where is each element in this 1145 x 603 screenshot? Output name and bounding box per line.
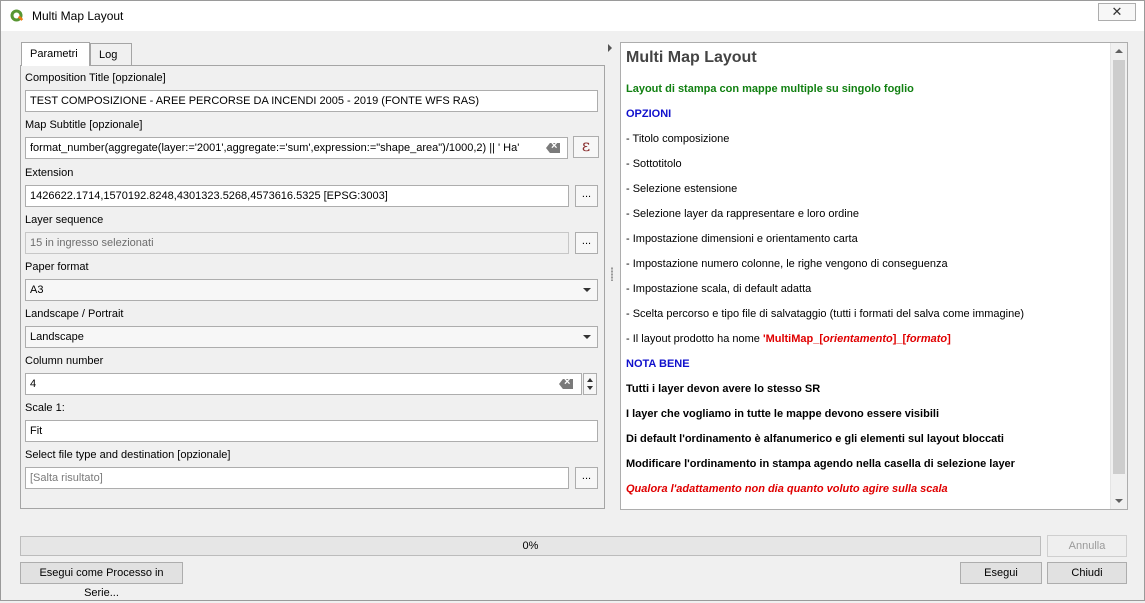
chevron-down-icon xyxy=(583,288,591,292)
batch-process-button[interactable]: Esegui come Processo in Serie... xyxy=(20,562,183,599)
composition-title-input[interactable]: TEST COMPOSIZIONE - AREE PERCORSE DA INC… xyxy=(25,90,598,112)
qgis-logo-icon xyxy=(10,9,24,22)
cancel-button[interactable]: Annulla xyxy=(1047,535,1127,557)
layout-name-c: ]_[ xyxy=(892,333,907,345)
option-item: - Selezione layer da rappresentare e lor… xyxy=(626,208,859,220)
window-title: Multi Map Layout xyxy=(32,9,124,23)
scale-label: Scale 1: xyxy=(25,402,65,414)
help-title: Multi Map Layout xyxy=(626,49,757,66)
extension-input[interactable]: 1426622.1714,1570192.8248,4301323.5268,4… xyxy=(25,185,569,207)
chevron-down-icon[interactable] xyxy=(587,386,593,390)
warning-note: Qualora l'adattamento non dia quanto vol… xyxy=(626,483,948,495)
layout-name-prefix: - Il layout prodotto ha nome xyxy=(626,333,763,345)
file-destination-label: Select file type and destination [opzion… xyxy=(25,449,231,461)
layer-sequence-field: 15 in ingresso selezionati xyxy=(25,232,569,254)
file-destination-input[interactable]: [Salta risultato] xyxy=(25,467,569,489)
orientation-value: Landscape xyxy=(30,331,84,343)
layout-name-d: formato xyxy=(906,333,948,345)
column-number-spinner[interactable] xyxy=(583,373,597,395)
paper-format-label: Paper format xyxy=(25,261,89,273)
chevron-down-icon xyxy=(583,335,591,339)
help-panel: Multi Map Layout Layout di stampa con ma… xyxy=(620,42,1128,510)
option-item: - Sottotitolo xyxy=(626,158,682,170)
option-item: - Impostazione scala, di default adatta xyxy=(626,283,812,295)
option-item: - Selezione estensione xyxy=(626,183,738,195)
layout-name-b: orientamento xyxy=(823,333,893,345)
note-item: I layer che vogliamo in tutte le mappe d… xyxy=(626,408,939,420)
map-subtitle-label: Map Subtitle [opzionale] xyxy=(25,119,143,131)
close-icon[interactable]: ✕ xyxy=(1098,3,1136,21)
layout-name-e: ] xyxy=(947,333,951,345)
note-item: Tutti i layer devon avere lo stesso SR xyxy=(626,383,821,395)
scale-input[interactable]: Fit xyxy=(25,420,598,442)
nota-bene-heading: NOTA BENE xyxy=(626,358,690,370)
options-heading: OPZIONI xyxy=(626,108,672,120)
option-item: - Scelta percorso e tipo file di salvata… xyxy=(626,308,1025,320)
paper-format-value: A3 xyxy=(30,284,44,296)
chevron-up-icon[interactable] xyxy=(1115,49,1123,53)
collapse-arrow-icon[interactable] xyxy=(608,44,612,52)
map-subtitle-value: format_number(aggregate(layer:='2001',ag… xyxy=(30,142,520,154)
run-button[interactable]: Esegui xyxy=(960,562,1042,584)
option-item-layout-name: - Il layout prodotto ha nome 'MultiMap_[… xyxy=(626,333,1112,358)
help-subtitle: Layout di stampa con mappe multiple su s… xyxy=(626,83,914,95)
splitter-handle[interactable] xyxy=(611,267,613,281)
help-scrollbar[interactable] xyxy=(1110,43,1127,509)
tab-parametri[interactable]: Parametri xyxy=(21,42,90,66)
dialog-window: Multi Map Layout ✕ Parametri Log Composi… xyxy=(0,0,1145,601)
layer-sequence-label: Layer sequence xyxy=(25,214,104,226)
map-subtitle-input[interactable]: format_number(aggregate(layer:='2001',ag… xyxy=(25,137,568,159)
layer-sequence-button[interactable]: ... xyxy=(575,232,598,254)
composition-title-label: Composition Title [opzionale] xyxy=(25,72,166,84)
scrollbar-thumb[interactable] xyxy=(1113,60,1125,474)
option-item: - Impostazione dimensioni e orientamento… xyxy=(626,233,858,245)
paper-format-select[interactable]: A3 xyxy=(25,279,598,301)
layout-name-a: 'MultiMap_[ xyxy=(762,333,824,345)
extension-browse-button[interactable]: ... xyxy=(575,185,598,207)
extension-label: Extension xyxy=(25,167,74,179)
expression-builder-button[interactable]: ε xyxy=(573,136,599,158)
option-item: - Titolo composizione xyxy=(626,133,730,145)
note-item: Modificare l'ordinamento in stampa agend… xyxy=(626,458,1015,470)
help-content: Multi Map Layout Layout di stampa con ma… xyxy=(626,49,1112,508)
orientation-label: Landscape / Portrait xyxy=(25,308,124,320)
progress-bar: 0% xyxy=(20,536,1041,556)
column-number-input[interactable]: 4 xyxy=(25,373,582,395)
orientation-select[interactable]: Landscape xyxy=(25,326,598,348)
chevron-down-icon[interactable] xyxy=(1115,499,1123,503)
option-item: - Impostazione numero colonne, le righe … xyxy=(626,258,948,270)
tab-log[interactable]: Log xyxy=(90,43,132,66)
chevron-up-icon[interactable] xyxy=(587,378,593,382)
note-item: Di default l'ordinamento è alfanumerico … xyxy=(626,433,1004,445)
file-destination-browse-button[interactable]: ... xyxy=(575,467,598,489)
column-number-label: Column number xyxy=(25,355,104,367)
title-bar: Multi Map Layout ✕ xyxy=(1,1,1144,31)
close-button[interactable]: Chiudi xyxy=(1047,562,1127,584)
